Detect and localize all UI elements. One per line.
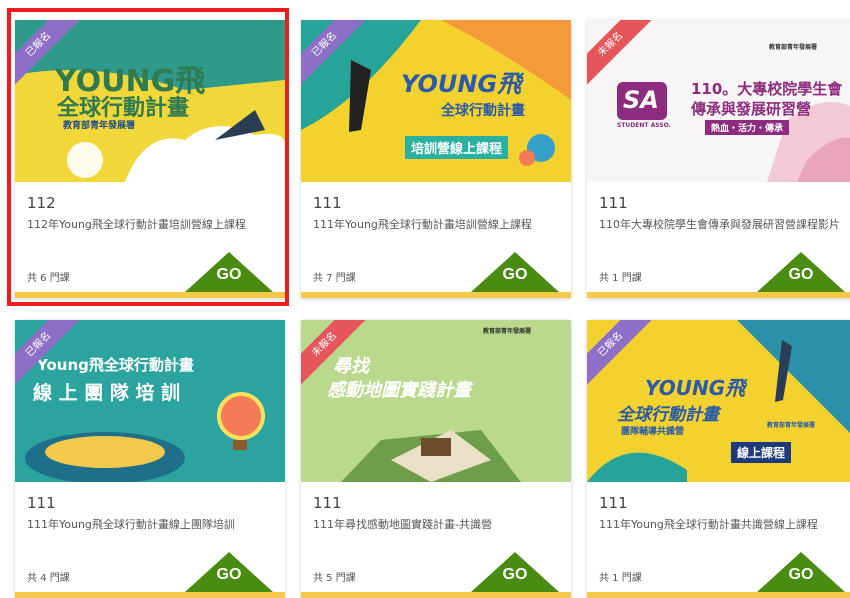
go-button[interactable]: GO bbox=[185, 552, 273, 592]
go-button[interactable]: GO bbox=[757, 552, 845, 592]
course-title: 111年Young飛全球行動計畫培訓營線上課程 bbox=[313, 218, 532, 231]
thumbnail-line3: 培訓營線上課程 bbox=[405, 136, 509, 159]
course-title: 110年大專校院學生會傳承與發展研習營課程影片 bbox=[599, 218, 840, 231]
thumbnail-line1: Young飛全球行動計畫 bbox=[37, 356, 194, 374]
course-title: 112年Young飛全球行動計畫培訓營線上課程 bbox=[27, 218, 246, 231]
thumbnail-line3: 教育部青年發展署 bbox=[63, 121, 136, 131]
thumbnail-line3: 教育部青年發展署 bbox=[483, 328, 532, 335]
thumbnail-logo-sub: STUDENT ASSO. bbox=[617, 122, 671, 129]
go-button[interactable]: GO bbox=[757, 252, 845, 292]
thumbnail-line4: 線上課程 bbox=[731, 442, 792, 463]
go-button[interactable]: GO bbox=[185, 252, 273, 292]
course-card-2[interactable]: YOUNG飛 全球行動計畫 培訓營線上課程 已報名 111 111年Young飛… bbox=[301, 20, 571, 298]
course-card-5[interactable]: 教育部青年發展署 尋找 感動地圖實踐計畫 未報名 111 111年尋找感動地圖實… bbox=[301, 320, 571, 598]
thumbnail-line5: 教育部青年發展署 bbox=[767, 422, 816, 429]
course-year: 112 bbox=[27, 194, 56, 212]
course-card-3[interactable]: SA STUDENT ASSO. 教育部青年發展署 110。大專校院學生會 傳承… bbox=[587, 20, 850, 298]
go-label: GO bbox=[216, 266, 242, 283]
thumbnail-line1: 110。大專校院學生會 bbox=[691, 80, 843, 98]
go-label: GO bbox=[502, 266, 528, 283]
course-year: 111 bbox=[27, 494, 56, 512]
card-bottom-bar bbox=[15, 592, 285, 598]
thumbnail-line2: 感動地圖實踐計畫 bbox=[327, 380, 471, 401]
course-thumbnail: 教育部青年發展署 尋找 感動地圖實踐計畫 bbox=[301, 320, 571, 482]
go-button[interactable]: GO bbox=[471, 552, 559, 592]
go-label: GO bbox=[502, 566, 528, 583]
card-bottom-bar bbox=[587, 592, 850, 598]
card-bottom-bar bbox=[15, 292, 285, 298]
course-title: 111年尋找感動地圖實踐計畫-共識營 bbox=[313, 518, 492, 531]
go-button[interactable]: GO bbox=[471, 252, 559, 292]
go-label: GO bbox=[788, 566, 814, 583]
go-label: GO bbox=[788, 266, 814, 283]
thumbnail-line3: 團隊輔導共識營 bbox=[621, 427, 685, 437]
course-year: 111 bbox=[313, 494, 342, 512]
thumbnail-line2: 線 上 團 隊 培 訓 bbox=[33, 382, 181, 404]
thumbnail-line2: 傳承與發展研習營 bbox=[691, 100, 812, 118]
thumbnail-line2: 全球行動計畫 bbox=[441, 103, 525, 119]
course-count: 共 4 門課 bbox=[27, 573, 70, 584]
thumbnail-line4: 教育部青年發展署 bbox=[769, 44, 818, 51]
course-year: 111 bbox=[599, 494, 628, 512]
course-year: 111 bbox=[599, 194, 628, 212]
thumbnail-line2: 全球行動計畫 bbox=[617, 405, 719, 425]
course-card-6[interactable]: YOUNG飛 全球行動計畫 團隊輔導共識營 教育部青年發展署 線上課程 已報名 … bbox=[587, 320, 850, 598]
thumbnail-line1: 尋找 bbox=[333, 356, 369, 377]
thumbnail-line1: YOUNG飛 bbox=[401, 70, 522, 98]
course-count: 共 7 門課 bbox=[313, 273, 356, 284]
course-count: 共 1 門課 bbox=[599, 273, 642, 284]
course-thumbnail: YOUNG飛 全球行動計畫 培訓營線上課程 bbox=[301, 20, 571, 182]
course-title: 111年Young飛全球行動計畫共識營線上課程 bbox=[599, 518, 818, 531]
thumbnail-logo: SA bbox=[623, 86, 659, 114]
card-bottom-bar bbox=[301, 592, 571, 598]
course-count: 共 5 門課 bbox=[313, 573, 356, 584]
go-label: GO bbox=[216, 566, 242, 583]
thumbnail-line1: YOUNG飛 bbox=[645, 376, 746, 400]
course-title: 111年Young飛全球行動計畫線上團隊培訓 bbox=[27, 518, 235, 531]
thumbnail-line3: 熱血・活力・傳承 bbox=[705, 120, 790, 135]
card-bottom-bar bbox=[587, 292, 850, 298]
course-count: 共 6 門課 bbox=[27, 273, 70, 284]
course-card-1[interactable]: YOUNG飛 全球行動計畫 教育部青年發展署 已報名 112 112年Young… bbox=[15, 20, 285, 298]
course-card-4[interactable]: Young飛全球行動計畫 線 上 團 隊 培 訓 已報名 111 111年You… bbox=[15, 320, 285, 598]
course-thumbnail: YOUNG飛 全球行動計畫 教育部青年發展署 bbox=[15, 20, 285, 182]
card-bottom-bar bbox=[301, 292, 571, 298]
course-count: 共 1 門課 bbox=[599, 573, 642, 584]
course-thumbnail: Young飛全球行動計畫 線 上 團 隊 培 訓 bbox=[15, 320, 285, 482]
course-year: 111 bbox=[313, 194, 342, 212]
